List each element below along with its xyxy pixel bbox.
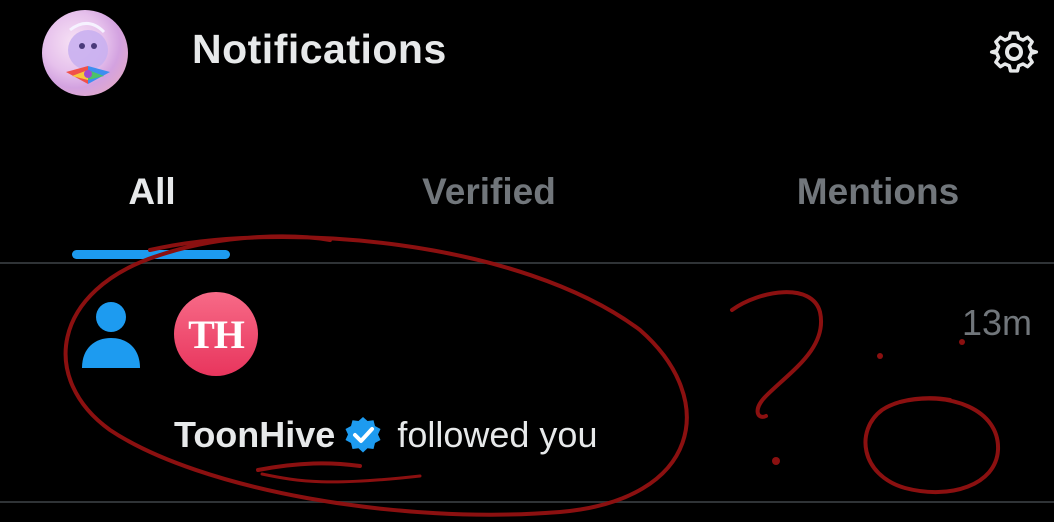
- tab-label: All: [128, 171, 176, 212]
- tab-label: Verified: [422, 171, 556, 212]
- settings-button[interactable]: [988, 26, 1040, 78]
- row-divider: [0, 501, 1054, 503]
- gear-icon: [989, 31, 1039, 73]
- notifications-screen: Notifications All Verified Mentions TH 1…: [0, 0, 1054, 522]
- avatar-initials: TH: [188, 311, 245, 357]
- tab-label: Mentions: [796, 171, 960, 212]
- tab-all[interactable]: All: [52, 140, 252, 262]
- person-icon: [78, 300, 144, 370]
- tab-mentions[interactable]: Mentions: [752, 140, 1004, 262]
- tab-bar: All Verified Mentions: [0, 140, 1054, 262]
- tab-verified[interactable]: Verified: [389, 140, 589, 262]
- page-title: Notifications: [192, 26, 447, 72]
- active-tab-indicator: [72, 250, 230, 259]
- profile-avatar[interactable]: [42, 10, 128, 96]
- timestamp: 13m: [962, 302, 1033, 343]
- user-name-link[interactable]: ToonHive: [174, 414, 335, 456]
- notification-action: followed you: [397, 414, 598, 455]
- notification-item[interactable]: TH 13m ToonHive followed you: [0, 264, 1054, 503]
- user-avatar[interactable]: TH: [174, 292, 258, 376]
- verified-badge-icon: [343, 415, 383, 455]
- notification-text: ToonHive followed you: [174, 414, 597, 456]
- header: Notifications: [0, 0, 1054, 110]
